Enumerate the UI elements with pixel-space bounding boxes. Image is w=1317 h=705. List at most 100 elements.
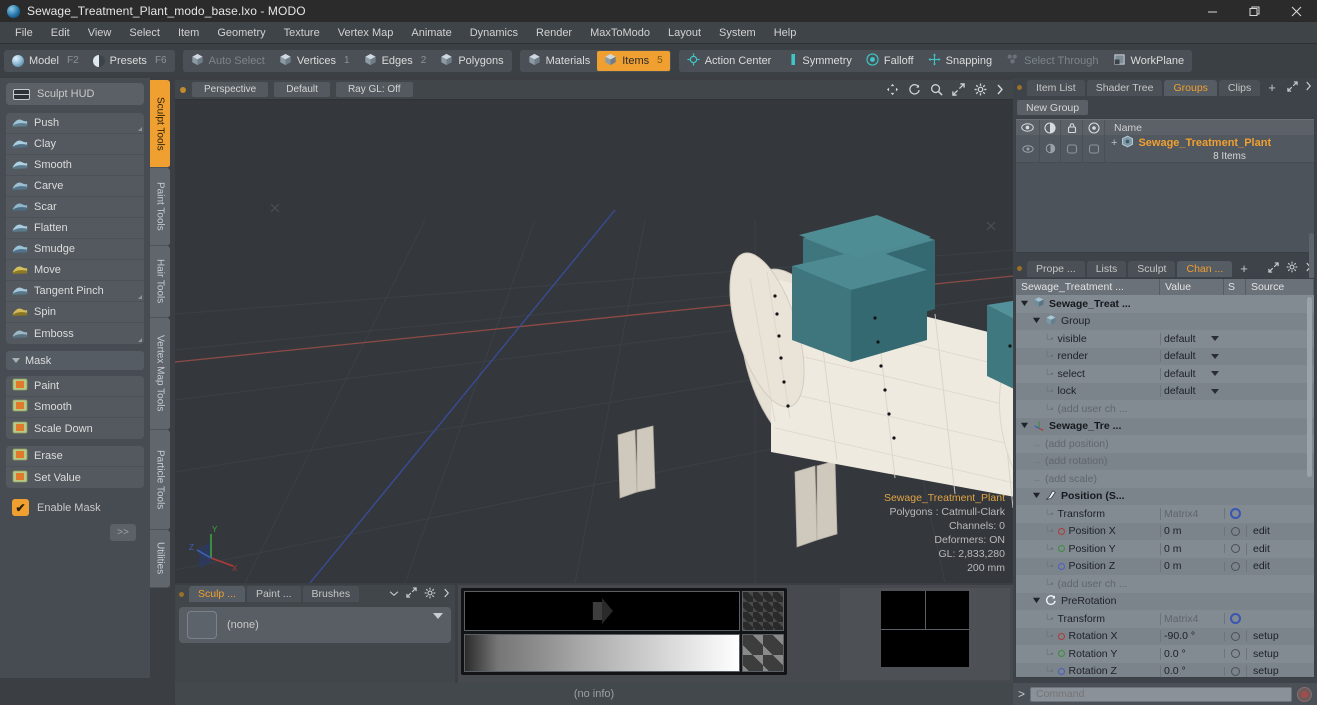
toolbar-button-symmetry[interactable]: Symmetry [778, 51, 859, 71]
channel-source-cell[interactable]: setup [1246, 630, 1314, 643]
sculpt-tool-push[interactable]: Push [6, 113, 144, 134]
gear-icon[interactable] [424, 587, 436, 602]
submenu-corner-icon[interactable] [138, 295, 142, 299]
channel-state-cell[interactable] [1224, 544, 1246, 554]
channel-value-cell[interactable]: -90.0 ° [1160, 630, 1224, 643]
sculpt-tool-move[interactable]: Move [6, 260, 144, 281]
tool-tab-vertex-map-tools[interactable]: Vertex Map Tools [150, 318, 170, 430]
submenu-corner-icon[interactable] [138, 127, 142, 131]
toolbar-button-items[interactable]: Items 5 [597, 50, 670, 71]
sculpt-tool-scar[interactable]: Scar [6, 197, 144, 218]
channel-row[interactable]: → (add position) [1016, 435, 1314, 453]
mask-tool-paint[interactable]: Paint [6, 376, 144, 397]
channel-row[interactable]: └• (add user ch ... [1016, 400, 1314, 418]
menu-item-system[interactable]: System [710, 24, 765, 42]
channel-state-icon[interactable] [1231, 649, 1240, 659]
sculpt-tool-clay[interactable]: Clay [6, 134, 144, 155]
viewport-shading-mode[interactable]: Default [274, 82, 330, 97]
panel-menu-dot-icon[interactable] [1017, 85, 1022, 90]
close-button[interactable] [1275, 0, 1317, 22]
channel-state-cell[interactable] [1224, 666, 1246, 676]
channel-name-cell[interactable]: → (add rotation) [1016, 455, 1160, 467]
table-row[interactable]: + Sewage_Treatment_Plant 8 Items [1016, 135, 1314, 163]
command-input[interactable] [1030, 686, 1292, 702]
channel-row[interactable]: └• lock default [1016, 382, 1314, 400]
tool-tab-particle-tools[interactable]: Particle Tools [150, 430, 170, 530]
channel-state-icon[interactable] [1231, 666, 1240, 676]
toolbar-button-edges[interactable]: Edges 2 [357, 51, 434, 71]
channel-row[interactable]: Group [1016, 312, 1314, 330]
channel-value-cell[interactable]: default [1160, 385, 1224, 398]
quad-thumbnail[interactable] [881, 591, 969, 667]
rotate-icon[interactable] [908, 83, 921, 96]
gear-icon[interactable] [1230, 613, 1241, 625]
menu-item-layout[interactable]: Layout [659, 24, 710, 42]
menu-item-edit[interactable]: Edit [42, 24, 79, 42]
chevron-down-icon[interactable] [1032, 595, 1041, 607]
enable-mask-row[interactable]: ✔ Enable Mask [6, 495, 144, 516]
toolbar-button-polygons[interactable]: Polygons [433, 51, 510, 71]
sculpt-tool-smudge[interactable]: Smudge [6, 239, 144, 260]
toolbar-button-action-center[interactable]: Action Center [680, 51, 779, 71]
select-icon[interactable] [1083, 119, 1105, 136]
sculpt-tool-tangent-pinch[interactable]: Tangent Pinch [6, 281, 144, 302]
mask-tool-smooth[interactable]: Smooth [6, 397, 144, 418]
channel-row[interactable]: Sewage_Tre ... [1016, 417, 1314, 435]
channel-row[interactable]: Position (S... [1016, 487, 1314, 505]
toolbar-button-vertices[interactable]: Vertices 1 [272, 51, 357, 71]
channel-row[interactable]: └• Position X 0 m edit [1016, 522, 1314, 540]
channel-row[interactable]: └• Position Y 0 m edit [1016, 540, 1314, 558]
fit-icon[interactable] [952, 83, 965, 96]
channel-row[interactable]: └• Transform Matrix4 [1016, 610, 1314, 628]
row-render-toggle[interactable] [1040, 135, 1061, 162]
channel-value-cell[interactable]: 0.0 ° [1160, 647, 1224, 660]
tab-sculpt[interactable]: Sculpt [1128, 260, 1176, 277]
groups-list-empty-area[interactable] [1016, 163, 1314, 295]
channel-name-cell[interactable]: └• Transform [1016, 508, 1160, 520]
texture-gradient-strip[interactable] [464, 634, 740, 672]
render-icon[interactable] [1040, 119, 1061, 136]
channel-state-cell[interactable] [1224, 526, 1246, 536]
channel-row[interactable]: → (add rotation) [1016, 452, 1314, 470]
record-icon[interactable] [1297, 686, 1312, 702]
toolbar-button-model[interactable]: Model F2 [5, 51, 86, 71]
toolbar-button-falloff[interactable]: Falloff [859, 51, 921, 71]
tab-sculp-[interactable]: Sculp ... [189, 586, 245, 602]
chevron-down-icon[interactable] [1020, 298, 1029, 310]
channel-value-cell[interactable]: 0 m [1160, 525, 1224, 538]
maximize-button[interactable] [1233, 0, 1275, 22]
channel-value-cell[interactable]: Matrix4 [1160, 612, 1224, 625]
channel-source-cell[interactable]: edit [1246, 560, 1314, 573]
viewport-raygl-toggle[interactable]: Ray GL: Off [335, 82, 413, 97]
chevron-down-icon[interactable] [1211, 336, 1219, 342]
tab-clips[interactable]: Clips [1218, 79, 1261, 96]
channel-source-cell[interactable]: setup [1246, 647, 1314, 660]
channel-row[interactable]: └• render default [1016, 347, 1314, 365]
tab-brushes[interactable]: Brushes [302, 586, 360, 602]
channel-source-cell[interactable]: edit [1246, 542, 1314, 555]
channel-row[interactable]: └• visible default [1016, 330, 1314, 348]
channel-name-cell[interactable]: └• (add user ch ... [1016, 403, 1160, 415]
channel-name-cell[interactable]: └• Position X [1016, 525, 1160, 537]
channel-name-cell[interactable]: └• Position Z [1016, 560, 1160, 572]
channel-state-cell[interactable] [1224, 649, 1246, 659]
chevron-down-icon[interactable] [1211, 353, 1219, 359]
toolbar-button-auto-select[interactable]: Auto Select [184, 51, 272, 71]
expand-icon[interactable] [1268, 261, 1279, 276]
channel-state-cell[interactable] [1224, 613, 1246, 625]
sculpt-hud-button[interactable]: Sculpt HUD [6, 83, 144, 105]
chevron-down-icon[interactable] [433, 613, 443, 619]
sculpt-tool-smooth[interactable]: Smooth [6, 155, 144, 176]
channel-value-cell[interactable]: default [1160, 367, 1224, 380]
viewport-menu-dot-icon[interactable] [180, 86, 186, 93]
channel-name-cell[interactable]: └• Rotation X [1016, 630, 1160, 642]
menu-item-dynamics[interactable]: Dynamics [461, 24, 527, 42]
channel-row[interactable]: PreRotation [1016, 592, 1314, 610]
menu-item-vertex-map[interactable]: Vertex Map [329, 24, 403, 42]
channel-row[interactable]: → (add scale) [1016, 470, 1314, 488]
channel-name-cell[interactable]: → (add scale) [1016, 473, 1160, 485]
tab-item-list[interactable]: Item List [1027, 79, 1085, 96]
channel-name-cell[interactable]: Position (S... [1016, 489, 1160, 504]
panel-menu-dot-icon[interactable] [1017, 266, 1022, 271]
toolbar-button-workplane[interactable]: WorkPlane [1106, 51, 1192, 71]
